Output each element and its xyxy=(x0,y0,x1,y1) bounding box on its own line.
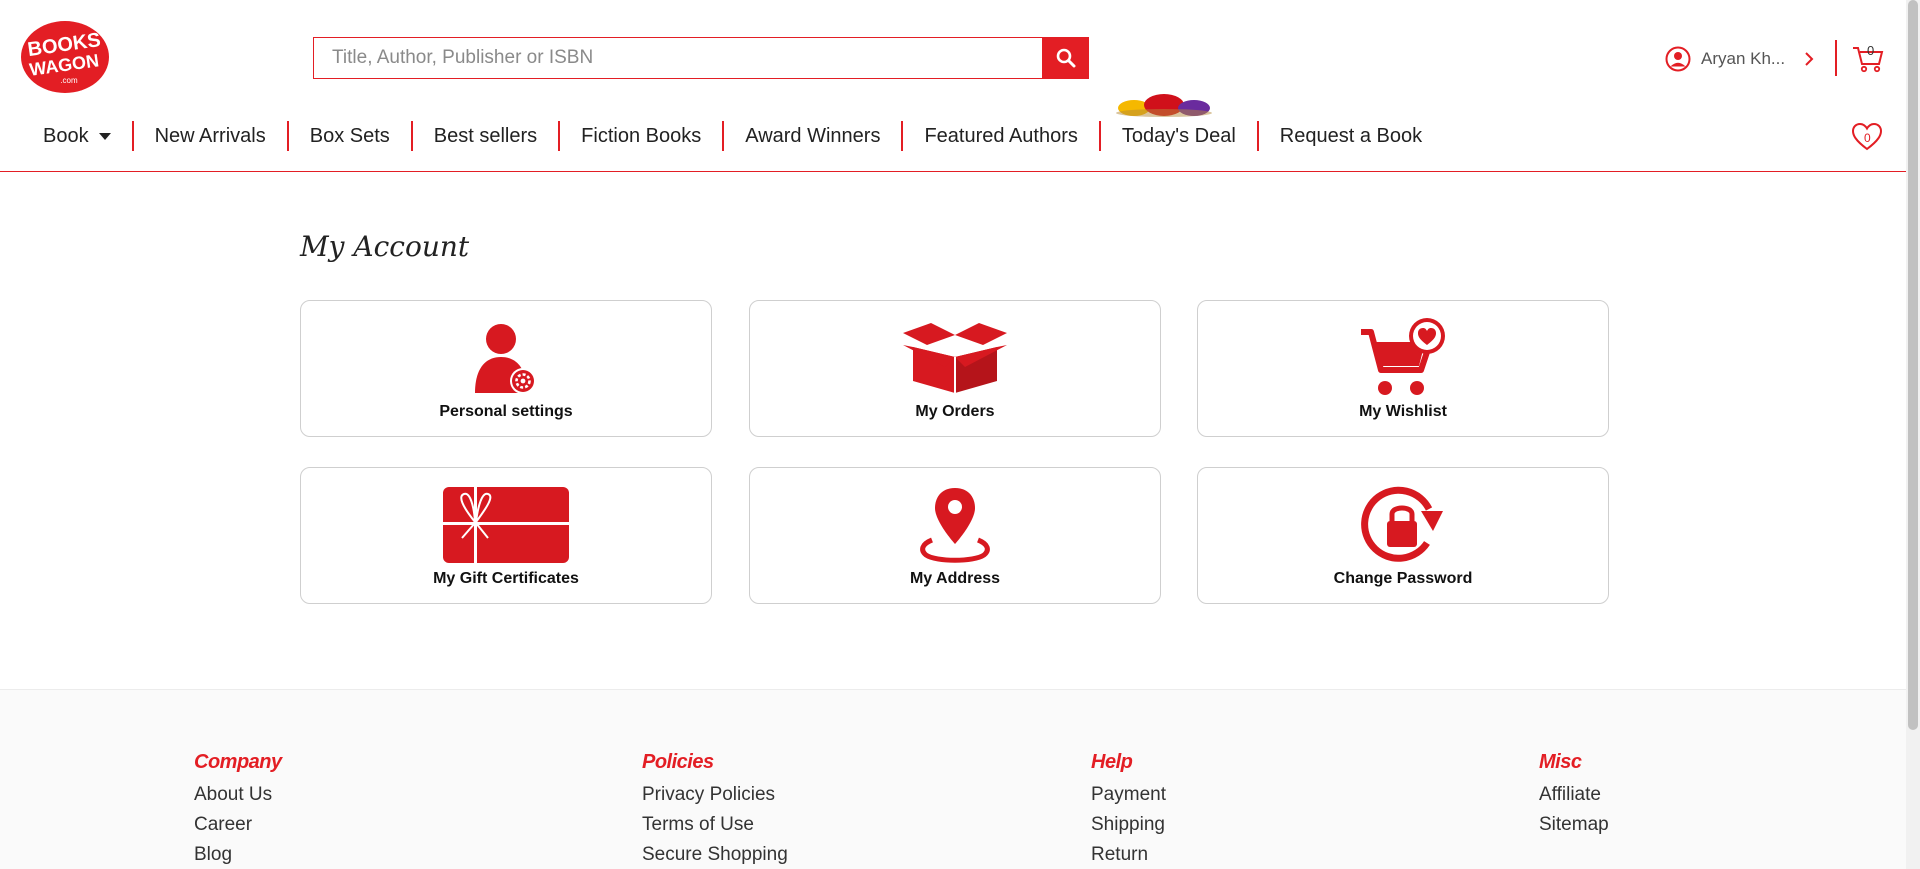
footer-link-sitemap[interactable]: Sitemap xyxy=(1539,810,1609,840)
footer-link-secure-shopping[interactable]: Secure Shopping xyxy=(642,840,788,869)
wishlist-count: 0 xyxy=(1864,131,1871,145)
footer-link-privacy-policies[interactable]: Privacy Policies xyxy=(642,780,788,810)
footer-heading: Misc xyxy=(1539,751,1582,773)
card-change-password[interactable]: Change Password xyxy=(1197,467,1609,604)
card-label: My Wishlist xyxy=(1359,403,1447,420)
location-pin-icon xyxy=(920,488,990,563)
footer-heading: Company xyxy=(194,751,282,773)
card-label: My Orders xyxy=(915,403,995,420)
footer-link-payment[interactable]: Payment xyxy=(1091,780,1166,810)
footer-column-company: Company About Us Career Blog xyxy=(194,751,282,869)
search-icon xyxy=(1056,48,1075,68)
page-title: My Account xyxy=(300,230,470,263)
cart-count: 0 xyxy=(1867,43,1875,58)
footer-column-misc: Misc Affiliate Sitemap xyxy=(1539,751,1609,840)
wishlist-button[interactable]: 0 xyxy=(1851,122,1885,154)
search-bar xyxy=(313,37,1089,79)
bookswagon-logo[interactable]: BOOKS WAGON .com xyxy=(19,19,111,95)
nav-item-request-a-book[interactable]: Request a Book xyxy=(1259,121,1443,151)
caret-down-icon xyxy=(98,132,111,140)
user-circle-icon xyxy=(1665,46,1691,72)
card-label: My Address xyxy=(909,570,1001,587)
footer-link-about-us[interactable]: About Us xyxy=(194,780,282,810)
nav-item-featured-authors[interactable]: Featured Authors xyxy=(903,121,1101,151)
site-footer: Company About Us Career Blog Policies Pr… xyxy=(0,689,1906,869)
cart-heart-icon xyxy=(1361,318,1445,395)
card-my-wishlist[interactable]: My Wishlist xyxy=(1197,300,1609,437)
site-header: BOOKS WAGON .com Aryan Kh... 0 xyxy=(0,0,1906,172)
nav-item-fiction-books[interactable]: Fiction Books xyxy=(560,121,725,151)
main-nav: Book New Arrivals Box Sets Best sellers … xyxy=(22,118,1443,154)
lock-refresh-icon xyxy=(1361,486,1443,562)
user-settings-icon xyxy=(475,324,536,394)
card-label: My Gift Certificates xyxy=(433,570,579,587)
footer-link-blog[interactable]: Blog xyxy=(194,840,282,869)
nav-item-todays-deal[interactable]: Today's Deal xyxy=(1101,121,1259,151)
footer-link-return[interactable]: Return xyxy=(1091,840,1166,869)
account-menu[interactable]: Aryan Kh... xyxy=(1665,42,1815,76)
card-personal-settings[interactable]: Personal settings xyxy=(300,300,712,437)
footer-link-career[interactable]: Career xyxy=(194,810,282,840)
footer-heading: Help xyxy=(1091,751,1133,773)
open-box-icon xyxy=(903,323,1007,393)
search-input[interactable] xyxy=(313,37,1042,79)
card-label: Change Password xyxy=(1333,570,1473,587)
nav-item-award-winners[interactable]: Award Winners xyxy=(724,121,904,151)
footer-link-terms-of-use[interactable]: Terms of Use xyxy=(642,810,788,840)
footer-column-policies: Policies Privacy Policies Terms of Use S… xyxy=(642,751,788,869)
footer-link-affiliate[interactable]: Affiliate xyxy=(1539,780,1609,810)
nav-item-new-arrivals[interactable]: New Arrivals xyxy=(134,121,289,151)
card-my-address[interactable]: My Address xyxy=(749,467,1161,604)
header-divider xyxy=(1835,40,1837,76)
search-button[interactable] xyxy=(1042,37,1089,79)
card-my-orders[interactable]: My Orders xyxy=(749,300,1161,437)
gift-card-icon xyxy=(442,486,570,564)
page-scrollbar[interactable] xyxy=(1906,0,1920,869)
nav-item-box-sets[interactable]: Box Sets xyxy=(289,121,413,151)
color-powder-decoration-icon xyxy=(1116,94,1212,117)
nav-item-label: Book xyxy=(43,124,89,147)
nav-item-best-sellers[interactable]: Best sellers xyxy=(413,121,561,151)
nav-item-book[interactable]: Book xyxy=(22,121,134,151)
footer-link-shipping[interactable]: Shipping xyxy=(1091,810,1166,840)
cart-button[interactable]: 0 xyxy=(1851,40,1887,76)
card-label: Personal settings xyxy=(439,403,573,420)
scrollbar-thumb[interactable] xyxy=(1908,0,1918,730)
account-user-name: Aryan Kh... xyxy=(1701,49,1786,68)
footer-heading: Policies xyxy=(642,751,714,773)
card-my-gift-certificates[interactable]: My Gift Certificates xyxy=(300,467,712,604)
chevron-right-icon xyxy=(1805,52,1814,66)
svg-text:.com: .com xyxy=(60,76,78,85)
footer-column-help: Help Payment Shipping Return xyxy=(1091,751,1166,869)
